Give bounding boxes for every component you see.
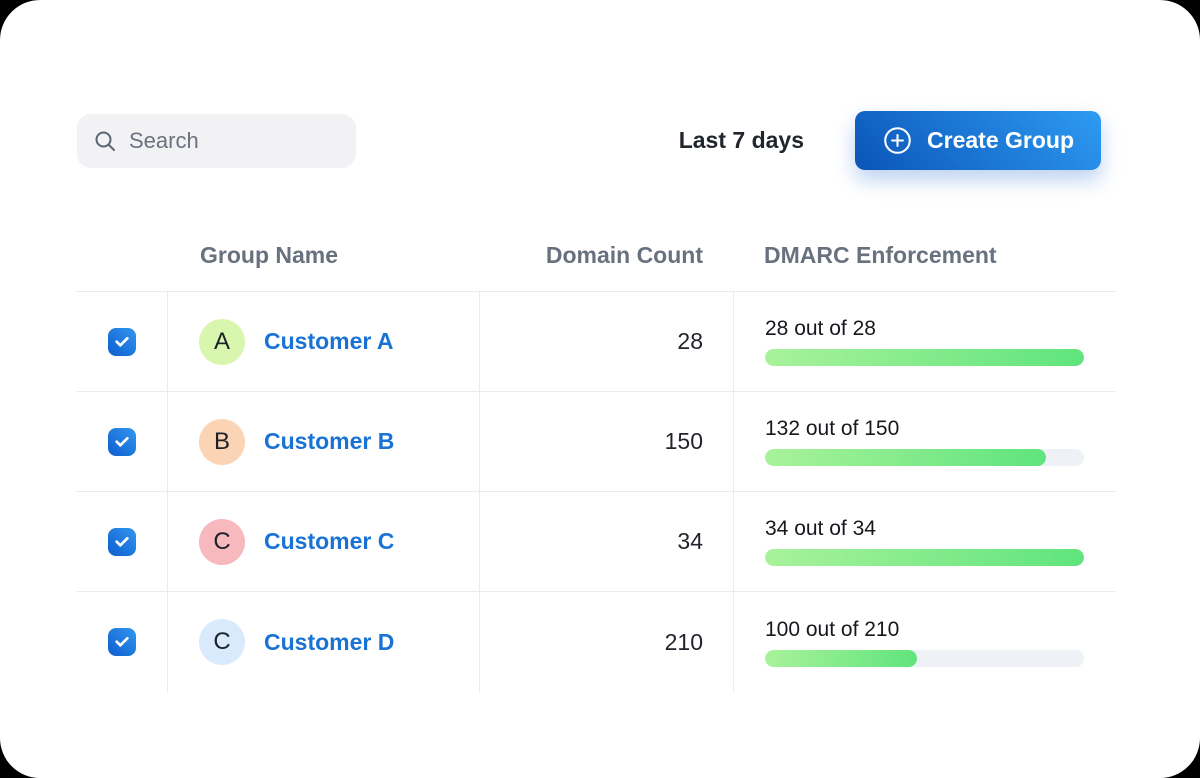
enforcement-progress-fill bbox=[765, 650, 917, 667]
avatar: A bbox=[199, 319, 245, 365]
enforcement-progress-track bbox=[765, 549, 1084, 566]
enforcement-progress-fill bbox=[765, 449, 1046, 466]
domain-count-value: 28 bbox=[677, 328, 703, 355]
enforcement-progress-fill bbox=[765, 549, 1084, 566]
groups-table: Group Name Domain Count DMARC Enforcemen… bbox=[77, 220, 1115, 692]
create-group-button[interactable]: Create Group bbox=[855, 111, 1101, 170]
group-name-link[interactable]: Customer D bbox=[264, 629, 394, 656]
domain-count-value: 210 bbox=[665, 629, 703, 656]
enforcement-progress-track bbox=[765, 349, 1084, 366]
enforcement-label: 34 out of 34 bbox=[765, 517, 1084, 541]
enforcement-label: 28 out of 28 bbox=[765, 317, 1084, 341]
search-input[interactable] bbox=[129, 128, 340, 154]
enforcement-progress-track bbox=[765, 650, 1084, 667]
header-domain-count: Domain Count bbox=[479, 220, 733, 292]
domain-count-value: 34 bbox=[677, 528, 703, 555]
groups-panel: Last 7 days Create Group Group Name Doma… bbox=[0, 0, 1200, 778]
date-range-label: Last 7 days bbox=[679, 127, 804, 154]
search-icon bbox=[93, 129, 117, 153]
toolbar: Last 7 days Create Group bbox=[77, 111, 1101, 170]
header-dmarc-enforcement: DMARC Enforcement bbox=[733, 220, 1115, 292]
create-group-label: Create Group bbox=[927, 127, 1074, 154]
plus-circle-icon bbox=[882, 125, 913, 156]
enforcement-progress-fill bbox=[765, 349, 1084, 366]
check-icon bbox=[114, 634, 130, 650]
check-icon bbox=[114, 534, 130, 550]
header-select-column bbox=[77, 220, 167, 292]
group-name-link[interactable]: Customer C bbox=[264, 528, 394, 555]
group-name-link[interactable]: Customer A bbox=[264, 328, 394, 355]
header-group-name: Group Name bbox=[167, 220, 479, 292]
row-checkbox[interactable] bbox=[108, 428, 136, 456]
enforcement-label: 132 out of 150 bbox=[765, 417, 1084, 441]
avatar: C bbox=[199, 619, 245, 665]
search-box[interactable] bbox=[77, 114, 356, 168]
enforcement-label: 100 out of 210 bbox=[765, 618, 1084, 642]
row-checkbox[interactable] bbox=[108, 528, 136, 556]
avatar: C bbox=[199, 519, 245, 565]
row-checkbox[interactable] bbox=[108, 628, 136, 656]
row-checkbox[interactable] bbox=[108, 328, 136, 356]
group-name-link[interactable]: Customer B bbox=[264, 428, 394, 455]
domain-count-value: 150 bbox=[665, 428, 703, 455]
avatar: B bbox=[199, 419, 245, 465]
check-icon bbox=[114, 434, 130, 450]
check-icon bbox=[114, 334, 130, 350]
enforcement-progress-track bbox=[765, 449, 1084, 466]
